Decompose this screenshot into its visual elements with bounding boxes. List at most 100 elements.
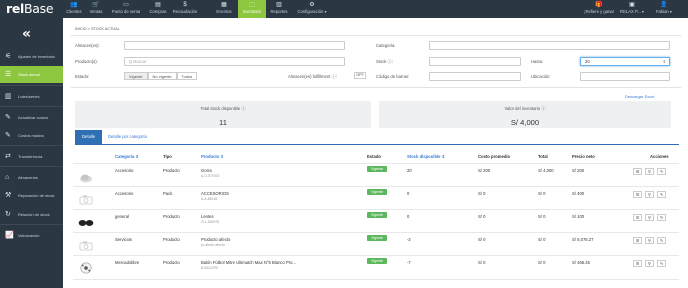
refresh-icon: ↻ <box>5 211 11 218</box>
location-icon[interactable]: ⚲ <box>645 168 654 175</box>
categoria-input[interactable] <box>429 41 670 50</box>
status-badge: Vigente <box>367 258 388 264</box>
sidebar-item-actualizar-costos[interactable]: ✎ Actualizar costos <box>0 109 63 126</box>
nav-ventas[interactable]: 🛒 Ventas <box>86 0 106 18</box>
excel-link[interactable]: Excel <box>645 94 655 99</box>
nav-reportes[interactable]: ▥ Reportes <box>267 0 291 18</box>
sidebar-item-ajustes[interactable]: ⚟ Ajustes de inventario <box>0 48 63 65</box>
estado-no-vigente-button[interactable]: No vigente <box>147 72 177 80</box>
list-icon[interactable]: ☰ <box>633 260 642 267</box>
ubicacion-input[interactable] <box>580 72 670 81</box>
edit-icon[interactable]: ✎ <box>657 191 666 198</box>
row-precio: S/ 400 <box>572 191 585 196</box>
camera-placeholder <box>79 238 93 251</box>
location-icon[interactable]: ⚲ <box>645 260 654 267</box>
row-tipo: Producto <box>163 214 180 219</box>
sidebar-item-lotes[interactable]: ▥ Lotes/series <box>0 88 63 105</box>
codigo-barras-label: Código de barras: <box>376 74 410 79</box>
row-producto[interactable]: Gorra A-G-570002 <box>201 168 219 178</box>
sidebar-item-stock-actual[interactable]: ☰ Stock actual <box>0 66 63 83</box>
nav-configuracion[interactable]: ⚙ Configuración ▾ <box>292 0 332 18</box>
ball-image <box>80 261 94 274</box>
top-navbar: relBase 👥 Clientes 🛒 Ventas ▭ Punto de vent… <box>0 0 688 18</box>
sidebar-divider <box>0 166 63 167</box>
edit-icon[interactable]: ✎ <box>657 237 666 244</box>
download-excel[interactable]: Descargar Excel <box>625 94 654 99</box>
location-icon[interactable]: ⚲ <box>645 214 654 221</box>
hasta-label: Hasta: <box>531 59 544 64</box>
status-badge: Vigente <box>367 212 388 218</box>
list-icon[interactable]: ☰ <box>633 168 642 175</box>
sidebar-item-valorizacion[interactable]: 📈 Valorización <box>0 227 63 244</box>
row-costo: S/ 200 <box>478 168 491 173</box>
inventory-value-card: Valor del inventario ⓘ S/ 4,000 <box>379 101 671 128</box>
stock-from-input[interactable] <box>429 57 521 66</box>
row-precio: S/ 466.45 <box>572 260 590 265</box>
sidebar-item-reparacion[interactable]: ⚒ Reparación de stock <box>0 187 63 204</box>
nav-punto-de-venta[interactable]: ▭ Punto de venta <box>107 0 145 18</box>
transfer-icon: ⇄ <box>5 153 11 160</box>
sunglasses-image <box>78 215 94 226</box>
row-producto[interactable]: Producto afecto pr-afecto-afecto <box>201 237 230 247</box>
row-producto[interactable]: Balón Fútbol Mitre Ultimatch Max N°5 Bla… <box>201 260 296 270</box>
list-icon[interactable]: ☰ <box>633 237 642 244</box>
almacenes-input[interactable] <box>124 41 345 50</box>
tab-detalle[interactable]: Detalle <box>75 130 103 144</box>
row-producto[interactable]: Lentes G-L-506978 <box>201 214 219 224</box>
cart-icon: 🛒 <box>92 2 100 8</box>
productos-search-input[interactable]: Q Buscar <box>124 57 345 66</box>
nav-user[interactable]: 👤 Fabian ▾ <box>650 0 678 18</box>
nav-clientes[interactable]: 👥 Clientes <box>63 0 85 18</box>
col-categoria[interactable]: Categoría ⇕ <box>115 154 139 159</box>
breadcrumb-home[interactable]: INICIO <box>75 27 87 31</box>
sidebar-item-almacenes[interactable]: ⌂ Almacenes <box>0 169 63 186</box>
row-divider <box>73 279 679 280</box>
edit-icon: ✎ <box>5 114 11 121</box>
row-categoria: Mercadolibre <box>115 260 140 265</box>
col-total: Total <box>538 154 548 159</box>
sidebar-item-relacion[interactable]: ↻ Relación de stock <box>0 206 63 223</box>
list-icon[interactable]: ☰ <box>633 214 642 221</box>
tab-detalle-categoria[interactable]: Detalle por categoría <box>101 130 154 144</box>
download-label: Descargar <box>625 94 644 99</box>
productos-label: Producto(s): <box>75 59 98 64</box>
col-producto[interactable]: Producto ⇕ <box>201 154 224 159</box>
row-categoria: general <box>115 214 129 219</box>
row-total: S/ 0 <box>538 214 546 219</box>
sidebar-item-transferencia[interactable]: ⇄ Transferencia <box>0 148 63 165</box>
relbase-logo[interactable]: relBase <box>6 1 54 16</box>
nav-company[interactable]: ▣ RELAX P... ▾ <box>617 0 647 18</box>
sidebar-item-costos-masivo[interactable]: ✎ Costos masivo <box>0 127 63 144</box>
row-stock: 0 <box>407 214 410 219</box>
edit-icon[interactable]: ✎ <box>657 214 666 221</box>
estado-vigente-button[interactable]: Vigente <box>124 72 148 80</box>
row-producto[interactable]: ACCESORIOS A-A-88148 <box>201 191 229 201</box>
divider <box>71 87 681 88</box>
warehouse-icon: ⌂ <box>5 174 10 181</box>
nav-refiere[interactable]: 🎁 ¡Refiere y gana! <box>584 0 614 18</box>
row-stock: -7 <box>407 260 411 265</box>
divider <box>71 35 681 36</box>
nav-inventario[interactable]: ⬚ Inventario <box>238 0 266 18</box>
spinner-icon[interactable]: ⇕ <box>663 58 666 65</box>
users-icon: 👥 <box>70 2 78 8</box>
repair-icon: ⚒ <box>5 192 12 199</box>
collapse-sidebar-button[interactable]: « <box>22 26 31 42</box>
fulfilment-toggle[interactable]: OFF <box>354 72 366 79</box>
edit-many-icon: ✎ <box>5 132 11 139</box>
col-stock[interactable]: Stock disponible ⇕ <box>407 154 445 159</box>
codigo-barras-input[interactable] <box>429 72 521 81</box>
location-icon[interactable]: ⚲ <box>645 191 654 198</box>
edit-icon[interactable]: ✎ <box>657 168 666 175</box>
col-estado: Estado <box>367 154 381 159</box>
stock-to-input[interactable]: 20 ⇕ <box>580 57 670 66</box>
estado-todos-button[interactable]: Todos <box>176 72 198 80</box>
row-precio: S/ 100 <box>572 214 585 219</box>
nav-compras[interactable]: ▤ Compras <box>146 0 170 18</box>
row-precio: S/ 5,076.27 <box>572 237 594 242</box>
list-icon[interactable]: ☰ <box>633 191 642 198</box>
nav-eventos[interactable]: ▦ Eventos <box>211 0 237 18</box>
edit-icon[interactable]: ✎ <box>657 260 666 267</box>
location-icon[interactable]: ⚲ <box>645 237 654 244</box>
nav-recaudacion[interactable]: $ Recaudación <box>170 0 200 18</box>
